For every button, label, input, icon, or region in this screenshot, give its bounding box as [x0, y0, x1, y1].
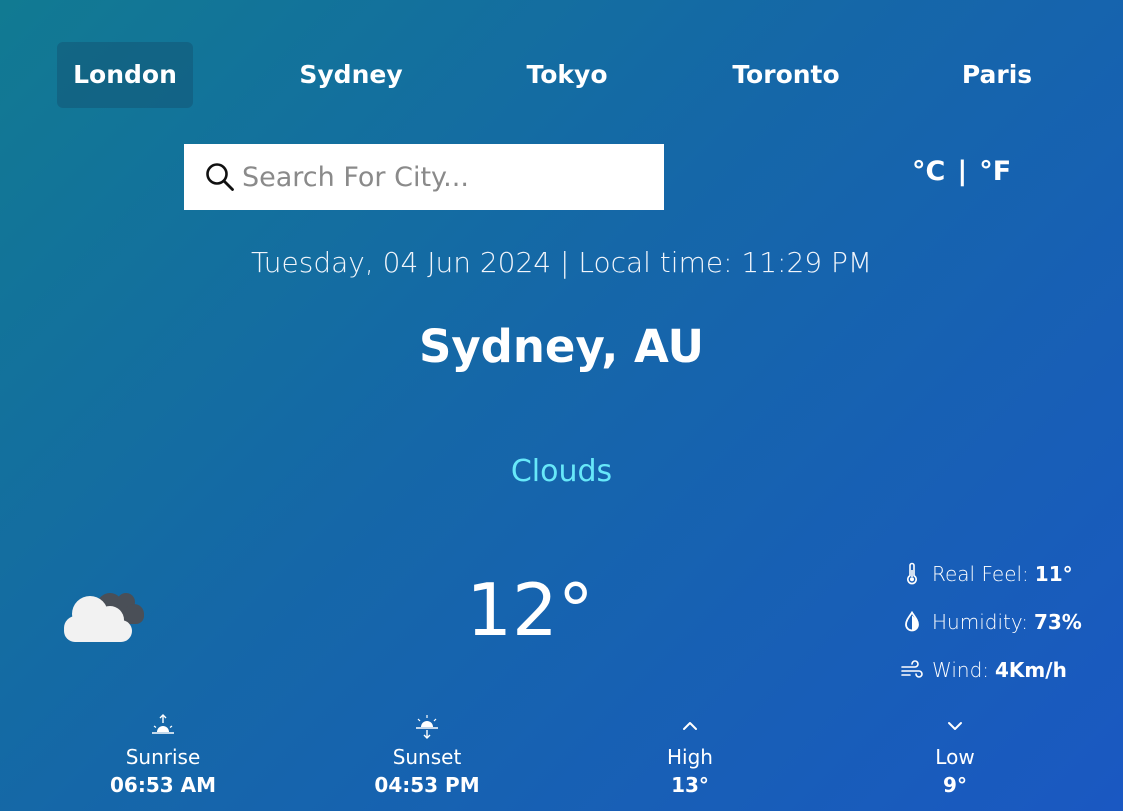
- sunset-icon: [416, 715, 438, 739]
- sunset-label: Sunset: [392, 745, 462, 769]
- chevron-down-icon: [948, 722, 962, 730]
- thermometer-icon: [907, 562, 917, 585]
- droplet-icon: [905, 610, 919, 632]
- sunset-stat: Sunset 04:53 PM: [327, 712, 527, 800]
- low-value: 9°: [943, 773, 967, 797]
- celsius-button[interactable]: °C: [912, 156, 945, 187]
- sunrise-value: 06:53 AM: [109, 773, 216, 797]
- city-tab-london[interactable]: London: [57, 42, 193, 108]
- sunset-value: 04:53 PM: [374, 773, 480, 797]
- search-icon[interactable]: [204, 161, 236, 193]
- wind-icon: [901, 660, 923, 678]
- clouds-icon: [64, 593, 144, 642]
- low-stat: Low 9°: [855, 712, 1055, 800]
- real-feel-row: Real Feel: 11°: [900, 550, 1120, 598]
- real-feel-label: Real Feel:: [932, 562, 1029, 586]
- high-value: 13°: [671, 773, 709, 797]
- sunrise-label: Sunrise: [125, 745, 201, 769]
- location-title: Sydney, AU: [418, 320, 705, 373]
- real-feel-value: 11°: [1034, 562, 1073, 586]
- wind-label: Wind:: [932, 658, 990, 682]
- weather-details: Real Feel: 11° Humidity: 73% Wind: 4Km/h: [900, 550, 1120, 694]
- wind-value: 4Km/h: [995, 658, 1067, 682]
- humidity-label: Humidity:: [932, 610, 1028, 634]
- low-label: Low: [935, 745, 975, 769]
- search-input[interactable]: [242, 154, 642, 200]
- high-label: High: [667, 745, 713, 769]
- weather-condition: Clouds: [510, 454, 613, 489]
- unit-separator: |: [957, 156, 968, 187]
- city-tab-sydney[interactable]: Sydney: [282, 42, 420, 108]
- city-tab-tokyo[interactable]: Tokyo: [507, 42, 627, 108]
- sunrise-icon: [152, 714, 174, 734]
- temperature-value: 12°: [466, 568, 594, 652]
- city-tab-paris[interactable]: Paris: [951, 42, 1043, 108]
- daily-stats: Sunrise 06:53 AM Sunset 04:53 PM High 13…: [0, 712, 1123, 811]
- search-box: [184, 144, 664, 210]
- sunrise-stat: Sunrise 06:53 AM: [63, 712, 263, 800]
- wind-row: Wind: 4Km/h: [900, 646, 1120, 694]
- humidity-row: Humidity: 73%: [900, 598, 1120, 646]
- high-stat: High 13°: [590, 712, 790, 800]
- fahrenheit-button[interactable]: °F: [979, 156, 1011, 187]
- chevron-up-icon: [683, 722, 697, 730]
- date-time: Tuesday, 04 Jun 2024 | Local time: 11:29…: [250, 246, 873, 279]
- city-tabs: London Sydney Tokyo Toronto Paris: [57, 42, 1067, 108]
- unit-toggle: °C | °F: [912, 156, 1011, 187]
- humidity-value: 73%: [1033, 610, 1082, 634]
- city-tab-toronto[interactable]: Toronto: [721, 42, 851, 108]
